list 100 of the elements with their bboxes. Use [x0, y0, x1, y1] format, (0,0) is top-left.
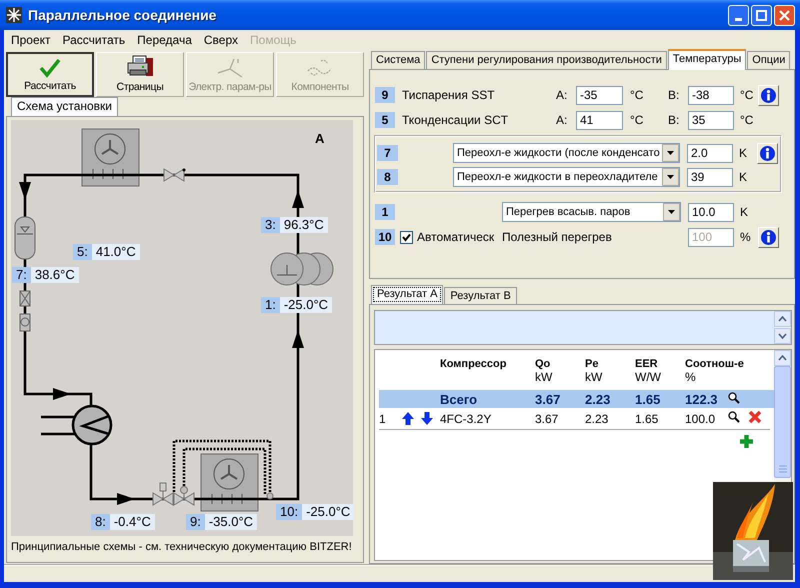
unit-label: kW [535, 370, 552, 384]
index-badge: 8 [377, 169, 398, 185]
info-icon [761, 88, 776, 102]
maximize-button[interactable] [751, 4, 772, 26]
info-icon [760, 146, 775, 160]
field-label: Тконденсации SCT [402, 113, 510, 127]
scroll-up-button[interactable] [774, 311, 791, 327]
tab[interactable]: Система [371, 51, 426, 69]
table-cell-text: 1.65 [635, 412, 660, 426]
index-badge: 7 [377, 145, 398, 161]
add-icon[interactable] [739, 434, 754, 449]
checkmark-icon [39, 58, 61, 78]
dropdown-field[interactable]: Переохл-е жидкости в переохладителе [453, 167, 680, 187]
menu-item[interactable]: Передача [131, 32, 198, 46]
temperature-value: -25.0°C [302, 504, 354, 520]
table-cell-text: 100.0 [685, 412, 716, 426]
unit-label: K [739, 170, 748, 184]
delete-icon[interactable] [748, 410, 762, 424]
tab[interactable]: Опции [747, 51, 790, 69]
field-label: Полезный перегрев [502, 230, 613, 244]
point-number: 10: [276, 504, 302, 520]
up-arrow-icon[interactable] [402, 412, 414, 425]
point-number: 1: [261, 297, 280, 313]
menu-item[interactable]: Рассчитать [56, 32, 132, 46]
column-header: EER [635, 358, 658, 370]
input-field[interactable]: 2.0 [687, 144, 733, 162]
down-arrow-icon[interactable] [421, 412, 433, 425]
info-button[interactable] [757, 142, 778, 164]
flow-arrow [19, 182, 31, 200]
point-number: 3: [261, 217, 280, 233]
table-cell-text: Всего [440, 392, 478, 406]
close-button[interactable] [774, 4, 795, 26]
scrollbar-thumb[interactable] [774, 366, 791, 478]
dropdown-field[interactable]: Переохл-е жидкости (после конденсато [453, 143, 680, 163]
unit-label: °C [740, 113, 754, 127]
checkmark-icon [402, 232, 411, 242]
index-badge: 9 [375, 87, 395, 103]
flow-arrow [53, 388, 71, 400]
circuit-label: A [315, 131, 324, 146]
unit-label: kW [585, 370, 602, 384]
input-field[interactable]: 39 [687, 168, 733, 186]
flow-arrow [117, 493, 135, 505]
wires-icon [216, 57, 244, 79]
compressor-drawing [270, 252, 334, 286]
tab[interactable]: Результат A [371, 285, 444, 304]
input-field[interactable]: 41 [576, 110, 623, 130]
heat-exchanger-drawing [72, 404, 112, 446]
column-header: Pe [585, 358, 598, 370]
field-label: Тиспарения SST [402, 88, 496, 102]
close-icon [779, 10, 790, 20]
unit-label: W/W [635, 370, 661, 384]
tab[interactable]: Результат B [444, 287, 517, 304]
filter-drawing [20, 290, 30, 332]
tab[interactable]: Температуры [668, 49, 746, 70]
point-number: 7: [12, 267, 31, 283]
index-badge: 1 [375, 204, 395, 220]
valve-icon [164, 168, 186, 182]
table-cell-text: 1.65 [635, 392, 662, 406]
unit-label: °C [740, 88, 754, 102]
point-number: 5: [73, 244, 92, 260]
minimize-button[interactable] [728, 4, 749, 26]
evaporator-drawing [200, 454, 258, 512]
dropdown-field[interactable]: Перегрев всасыв. паров [502, 202, 681, 222]
input-field[interactable]: 10.0 [688, 202, 734, 222]
temperature-value: -25.0°C [280, 297, 332, 313]
unit-label: K [740, 205, 750, 219]
tab[interactable]: Схема установки [11, 97, 118, 116]
search-icon[interactable] [728, 392, 740, 404]
temperature-value: -0.4°C [110, 514, 155, 530]
condenser-drawing [82, 128, 140, 186]
toolbar-button[interactable]: Страницы [96, 52, 184, 97]
checkbox-label: Автоматическ [417, 230, 496, 244]
column-header: Компрессор [440, 358, 506, 370]
table-cell-text: 3.67 [535, 412, 560, 426]
field-label: A: [556, 88, 568, 102]
input-field[interactable]: 35 [688, 110, 734, 130]
table-cell-text: 122.3 [685, 392, 719, 406]
info-button[interactable] [758, 84, 779, 106]
flow-arrow [292, 190, 304, 208]
menu-item[interactable]: Сверх [198, 32, 244, 46]
unit-label: °C [630, 113, 644, 127]
scroll-up-button[interactable] [774, 350, 791, 366]
app-icon [6, 7, 22, 23]
search-icon[interactable] [728, 411, 740, 423]
unit-label: °C [630, 88, 644, 102]
input-field[interactable]: -35 [576, 86, 623, 104]
field-label: A: [556, 113, 568, 127]
toolbar-button[interactable]: Рассчитать [6, 52, 94, 97]
unit-label: % [740, 230, 752, 244]
temperature-value: 38.6°C [30, 267, 79, 283]
menu-item[interactable]: Проект [5, 32, 57, 46]
temperature-value: -35.0°C [204, 514, 258, 530]
scroll-down-button[interactable] [774, 328, 791, 344]
input-field[interactable]: -38 [688, 86, 734, 104]
column-header: Соотнош-е [685, 358, 744, 370]
tab[interactable]: Ступени регулирования производительности [426, 51, 667, 69]
table-cell-text: 4FC-3.2Y [440, 412, 492, 426]
info-icon [761, 230, 776, 244]
receiver-drawing [14, 216, 36, 260]
index-badge: 5 [375, 112, 395, 128]
